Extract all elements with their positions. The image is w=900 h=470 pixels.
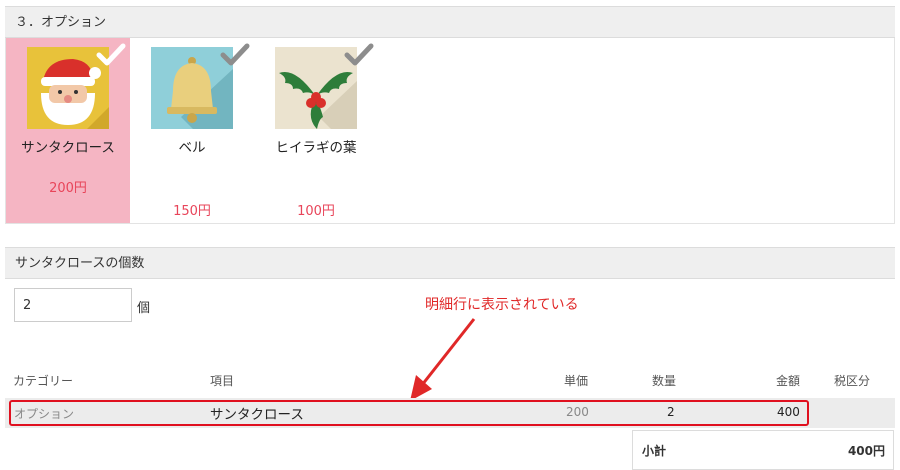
subtotal-box: 小計 400円	[632, 430, 894, 470]
column-header-quantity: 数量	[652, 374, 677, 388]
quantity-input[interactable]	[14, 288, 132, 322]
option-price: 200円	[49, 181, 87, 196]
column-header-item: 項目	[210, 374, 235, 388]
annotation-arrow-icon	[410, 318, 476, 401]
options-grid: サンタクロース 200円 ベル 150円 ヒイラギの葉 100円	[5, 38, 895, 224]
option-holly[interactable]: ヒイラギの葉 100円	[254, 38, 378, 223]
check-icon	[96, 43, 126, 66]
highlight-box	[9, 400, 809, 426]
option-name: ヒイラギの葉	[275, 140, 357, 156]
option-name: サンタクロース	[21, 140, 115, 156]
option-price: 150円	[173, 204, 211, 219]
subtotal-label: 小計	[642, 444, 667, 458]
quantity-unit: 個	[137, 301, 151, 316]
option-santa[interactable]: サンタクロース 200円	[6, 38, 130, 223]
annotation-text: 明細行に表示されている	[425, 297, 579, 313]
column-header-unit-price: 単価	[564, 374, 589, 388]
option-name: ベル	[178, 140, 206, 156]
column-header-amount: 金額	[776, 374, 801, 388]
options-section-title: ３．オプション	[15, 15, 107, 30]
options-section-header: ３．オプション	[5, 6, 895, 38]
quantity-section-header: サンタクロースの個数	[5, 247, 895, 279]
subtotal-value: 400円	[847, 444, 885, 458]
check-icon	[344, 43, 374, 66]
option-price: 100円	[297, 204, 335, 219]
option-bell[interactable]: ベル 150円	[130, 38, 254, 223]
column-header-tax: 税区分	[834, 374, 871, 388]
check-icon	[220, 43, 250, 66]
column-header-category: カテゴリー	[13, 374, 74, 388]
quantity-section-title: サンタクロースの個数	[15, 256, 145, 271]
